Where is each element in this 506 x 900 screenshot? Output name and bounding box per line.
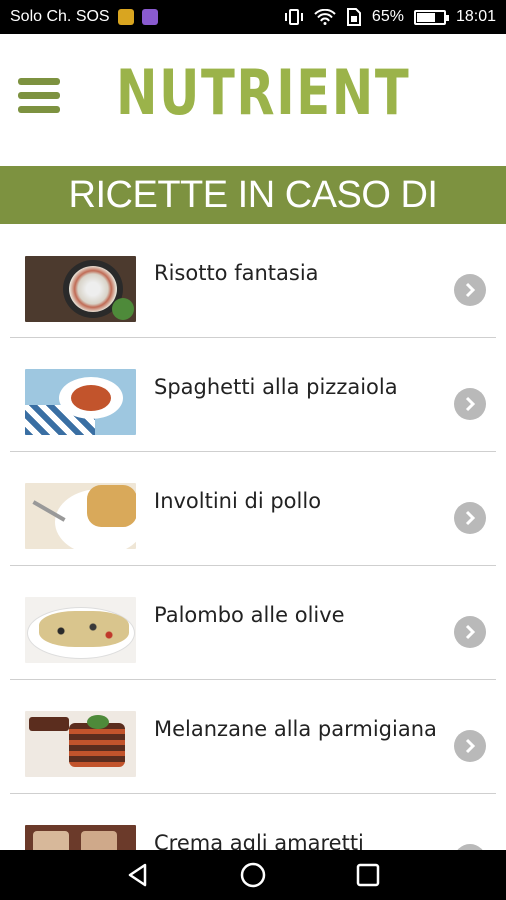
- recipe-title: Melanzane alla parmigiana: [154, 717, 437, 741]
- app-header: NUTRIENT: [0, 34, 506, 166]
- hamburger-menu-icon[interactable]: [18, 78, 60, 114]
- carrier-group: Solo Ch. SOS: [10, 8, 158, 26]
- list-item[interactable]: Involtini di pollo: [10, 452, 496, 566]
- list-item[interactable]: Spaghetti alla pizzaiola: [10, 338, 496, 452]
- recipe-thumbnail: [25, 597, 136, 663]
- chevron-right-icon[interactable]: [454, 730, 486, 762]
- recipe-title: Risotto fantasia: [154, 261, 319, 285]
- chevron-right-icon[interactable]: [454, 616, 486, 648]
- recipe-thumbnail: [25, 369, 136, 435]
- chevron-right-icon[interactable]: [454, 502, 486, 534]
- clock: 18:01: [455, 8, 496, 25]
- brand-logo: NUTRIENT: [116, 56, 411, 129]
- sim-icon: [346, 8, 361, 26]
- list-item[interactable]: Melanzane alla parmigiana: [10, 680, 496, 794]
- recipe-title: Involtini di pollo: [154, 489, 322, 513]
- section-title: RICETTE IN CASO DI: [0, 166, 506, 224]
- vibrate-icon: [284, 9, 303, 25]
- recipe-title: Spaghetti alla pizzaiola: [154, 375, 398, 399]
- recipe-thumbnail: [25, 825, 136, 850]
- recipe-thumbnail: [25, 711, 136, 777]
- status-bar: Solo Ch. SOS 65% 18:01: [0, 0, 506, 34]
- battery-percent: 65%: [371, 8, 404, 25]
- recipe-title: Palombo alle olive: [154, 603, 345, 627]
- chevron-right-icon[interactable]: [454, 388, 486, 420]
- list-item[interactable]: Crema agli amaretti: [10, 794, 496, 850]
- carrier-label: Solo Ch. SOS: [10, 8, 110, 25]
- recipe-thumbnail: [25, 256, 136, 322]
- list-item[interactable]: Palombo alle olive: [10, 566, 496, 680]
- wifi-icon: [314, 9, 336, 25]
- recent-apps-icon[interactable]: [348, 855, 388, 895]
- battery-icon: [413, 9, 449, 25]
- recipe-list: Risotto fantasia Spaghetti alla pizzaiol…: [0, 224, 506, 850]
- notification-icon: [117, 9, 134, 25]
- chevron-right-icon[interactable]: [454, 274, 486, 306]
- recipe-title: Crema agli amaretti: [154, 831, 364, 850]
- system-navigation-bar: [0, 850, 506, 900]
- home-icon[interactable]: [233, 855, 273, 895]
- back-icon[interactable]: [118, 855, 158, 895]
- status-icons: 65% 18:01: [284, 8, 496, 26]
- app-notification-icon: [141, 9, 158, 25]
- list-item[interactable]: Risotto fantasia: [10, 224, 496, 338]
- recipe-thumbnail: [25, 483, 136, 549]
